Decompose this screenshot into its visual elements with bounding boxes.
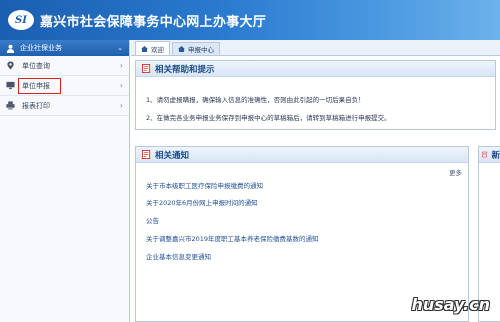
tab-label: 申报中心 [188, 46, 214, 54]
tab-label: 欢迎 [151, 45, 164, 54]
tab-bar: 欢迎 申报中心 [131, 40, 500, 56]
chevron-right-icon: › [119, 81, 123, 90]
notice-item[interactable]: 关于调整嘉兴市2019年度职工基本养老保险缴费基数的通知 [146, 233, 319, 243]
sidebar-section-title: 企业社保业务 [20, 44, 62, 52]
help-line: 2、在做完各业务申报业务保存到申报中心的草稿箱后，请转到草稿箱进行申报提交。 [146, 114, 391, 122]
sidebar-item-unit-query[interactable]: 单位查询 › [0, 56, 129, 76]
home-icon [141, 45, 148, 52]
help-line: 1、请勿虚报瞒报，确保输入信息的准确性，否则由此引起的一切后果自负！ [146, 96, 365, 104]
more-link[interactable]: 更多 [449, 167, 462, 177]
sidebar-item-report-print[interactable]: 报表打印 › [0, 96, 129, 116]
monitor-icon [6, 81, 15, 90]
notice-panel-title: 相关通知 [155, 150, 190, 161]
sidebar: 企业社保业务 ⌄ 单位查询 › 单位申报 › 报表打印 › [0, 40, 130, 322]
notice-item[interactable]: 企业基本信息变更通知 [146, 251, 211, 261]
home-icon [178, 46, 185, 52]
app-header: SI 嘉兴市社会保障事务中心网上办事大厅 [0, 0, 500, 40]
notice-panel-header: 相关通知 [136, 147, 468, 163]
chevron-right-icon: › [119, 61, 123, 70]
notice-item[interactable]: 公告 [146, 215, 159, 225]
help-panel-title: 相关帮助和提示 [155, 64, 215, 75]
app-title: 嘉兴市社会保障事务中心网上办事大厅 [40, 14, 267, 30]
notice-item[interactable]: 关于2020年6月份网上申报时间的通知 [146, 197, 258, 207]
watermark: husay.cn [411, 295, 490, 314]
notice-item[interactable]: 关于市本级职工医疗保险申报缴费的通知 [146, 180, 263, 190]
help-panel: 相关帮助和提示 1、请勿虚报瞒报，确保输入信息的准确性，否则由此引起的一切后果自… [135, 60, 496, 130]
printer-icon [6, 101, 15, 110]
sidebar-item-label: 报表打印 [22, 101, 50, 110]
chevron-right-icon: › [119, 101, 123, 110]
user-icon [6, 44, 15, 53]
sidebar-item-label: 单位申报 [18, 77, 61, 94]
social-security-logo: SI [8, 10, 34, 30]
right-panel-title: 新 [491, 150, 500, 161]
tab-welcome[interactable]: 欢迎 [135, 41, 170, 55]
tab-declaration-center[interactable]: 申报中心 [172, 42, 220, 55]
right-panel-header: 新 [479, 147, 500, 163]
sidebar-item-unit-declaration[interactable]: 单位申报 › [0, 76, 129, 96]
chevron-down-icon: ⌄ [117, 44, 123, 52]
help-panel-header: 相关帮助和提示 [136, 61, 495, 77]
edit-note-icon [142, 150, 151, 159]
edit-note-icon [142, 64, 151, 73]
sidebar-item-label: 单位查询 [22, 61, 50, 70]
sidebar-section-header[interactable]: 企业社保业务 ⌄ [0, 40, 129, 56]
edit-note-icon [482, 151, 487, 158]
location-pin-icon [7, 61, 14, 70]
logo-text: SI [15, 14, 27, 26]
